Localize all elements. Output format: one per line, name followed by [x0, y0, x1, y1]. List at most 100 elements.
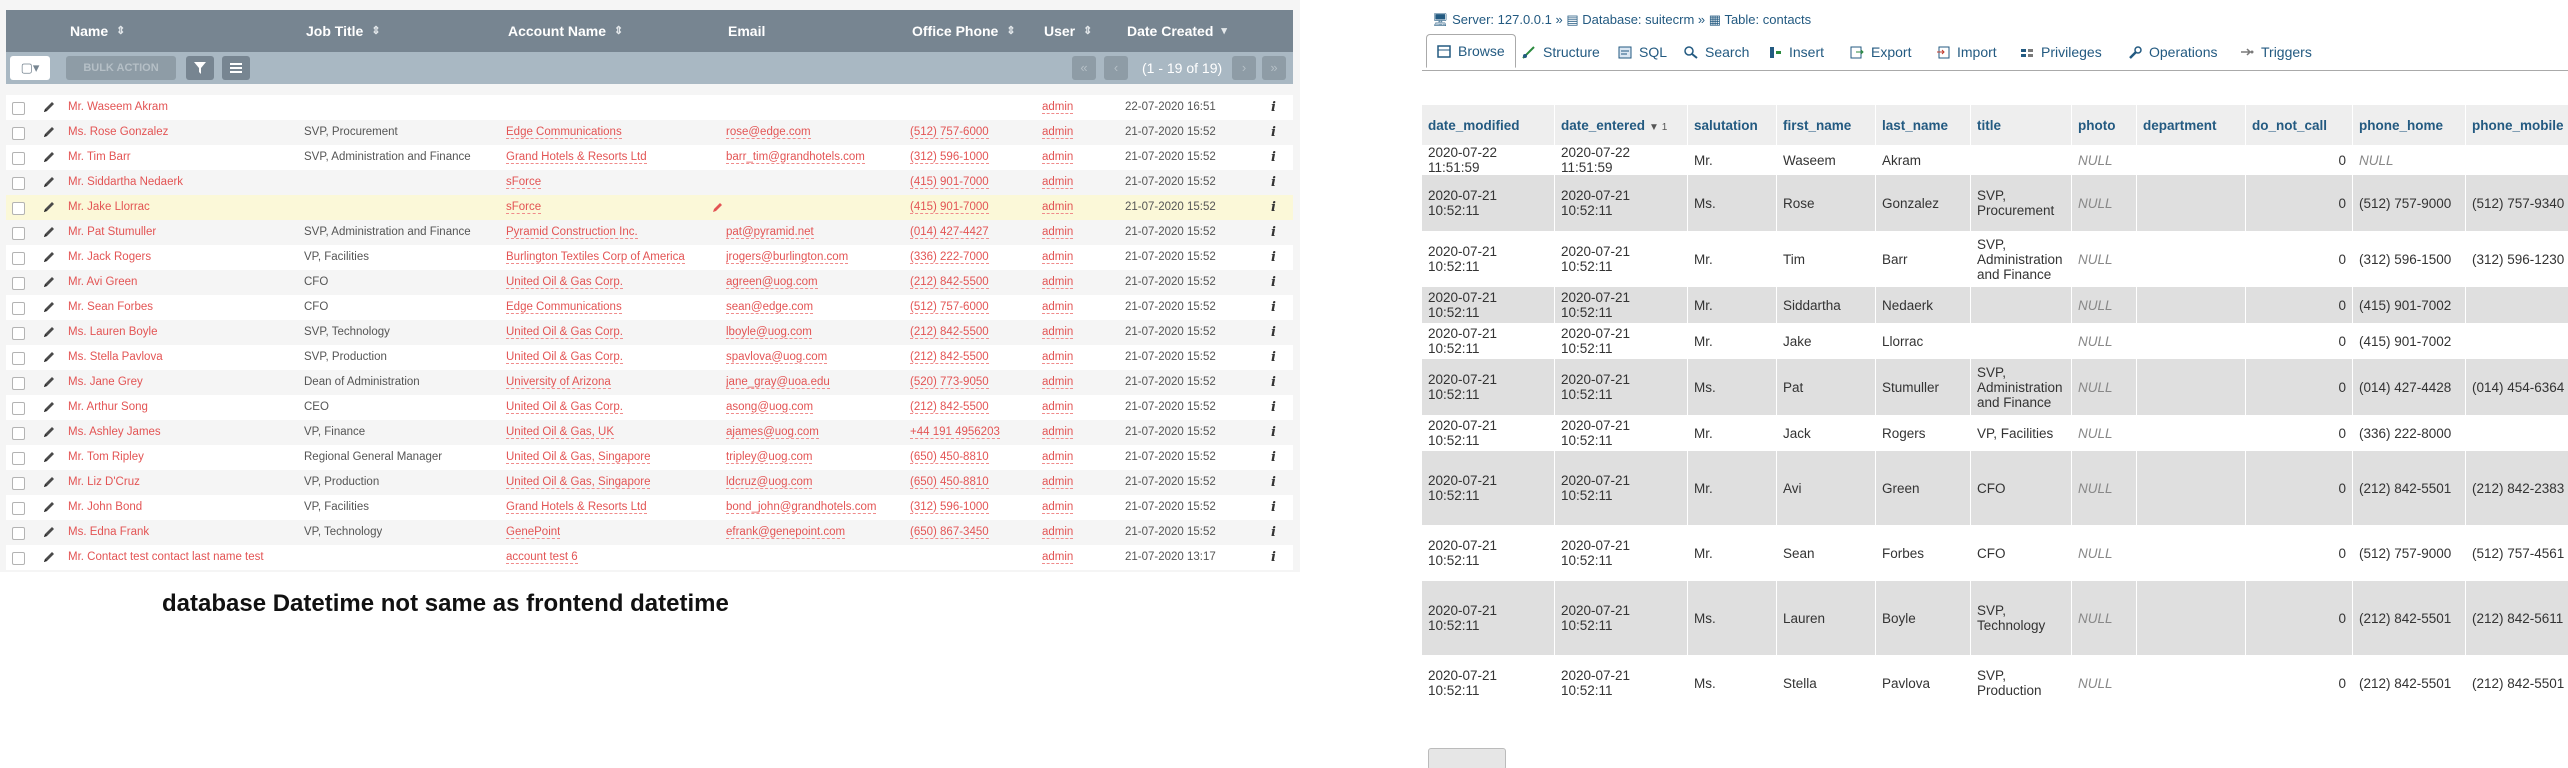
row-checkbox[interactable] [12, 377, 25, 390]
info-icon[interactable]: i [1271, 520, 1276, 545]
cell-do-not-call[interactable]: 0 [2245, 231, 2353, 287]
account-name-link[interactable]: United Oil & Gas, UK [506, 420, 615, 445]
email-link[interactable]: lboyle@uog.com [726, 320, 812, 345]
cell-photo[interactable]: NULL [2071, 451, 2137, 525]
info-icon[interactable]: i [1271, 470, 1276, 495]
email-link[interactable]: spavlova@uog.com [726, 345, 828, 370]
email-link[interactable]: jrogers@burlington.com [726, 245, 849, 270]
bottom-action-button[interactable] [1428, 748, 1506, 768]
cell-salutation[interactable]: Mr. [1687, 287, 1777, 323]
info-icon[interactable]: i [1271, 95, 1276, 120]
cell-first-name[interactable]: Tim [1776, 231, 1876, 287]
cell-last-name[interactable]: Llorrac [1875, 323, 1971, 359]
tab-import[interactable]: Import [1936, 36, 1997, 68]
cell-phone-home[interactable]: (014) 427-4428 [2352, 359, 2466, 415]
cell-salutation[interactable]: Mr. [1687, 525, 1777, 581]
assigned-user-link[interactable]: admin [1042, 445, 1074, 470]
contact-row[interactable]: Mr. Tim Barr SVP, Administration and Fina… [6, 145, 1293, 170]
cell-department[interactable] [2136, 231, 2246, 287]
cell-do-not-call[interactable]: 0 [2245, 581, 2353, 655]
contact-name-link[interactable]: Mr. Pat Stumuller [68, 220, 156, 245]
cell-phone-mobile[interactable]: (512) 757-9340 [2465, 175, 2568, 231]
cell-do-not-call[interactable]: 0 [2245, 323, 2353, 359]
next-page-button[interactable]: › [1232, 56, 1256, 80]
tab-browse[interactable]: Browse [1426, 34, 1516, 68]
cell-salutation[interactable]: Ms. [1687, 175, 1777, 231]
row-checkbox[interactable] [12, 227, 25, 240]
cell-do-not-call[interactable]: 0 [2245, 145, 2353, 175]
edit-pencil-icon[interactable] [42, 500, 56, 514]
cell-salutation[interactable]: Ms. [1687, 655, 1777, 711]
account-name-link[interactable]: Burlington Textiles Corp of America [506, 245, 685, 270]
office-phone-link[interactable]: (650) 450-8810 [910, 445, 989, 470]
cell-department[interactable] [2136, 145, 2246, 175]
contact-row[interactable]: Mr. Liz D'Cruz VP, Production United Oil &… [6, 470, 1293, 495]
office-phone-link[interactable]: (650) 450-8810 [910, 470, 989, 495]
cell-last-name[interactable]: Boyle [1875, 581, 1971, 655]
cell-first-name[interactable]: Stella [1776, 655, 1876, 711]
row-checkbox[interactable] [12, 452, 25, 465]
cell-photo[interactable]: NULL [2071, 415, 2137, 451]
cell-phone-home[interactable]: (212) 842-5501 [2352, 581, 2466, 655]
edit-pencil-icon[interactable] [42, 450, 56, 464]
cell-phone-mobile[interactable]: (512) 757-4561 [2465, 525, 2568, 581]
account-name-link[interactable]: Edge Communications [506, 295, 622, 320]
contact-row[interactable]: Mr. Sean Forbes CFO Edge Communications sea… [6, 295, 1293, 320]
cell-salutation[interactable]: Mr. [1687, 145, 1777, 175]
edit-pencil-icon[interactable] [42, 250, 56, 264]
table-row[interactable]: 2020-07-21 10:52:11 2020-07-21 10:52:11 Mr… [1422, 525, 2568, 581]
contact-name-link[interactable]: Mr. Sean Forbes [68, 295, 153, 320]
edit-pencil-icon[interactable] [42, 525, 56, 539]
cell-title[interactable]: SVP, Production [1970, 655, 2072, 711]
assigned-user-link[interactable]: admin [1042, 195, 1074, 220]
cell-last-name[interactable]: Barr [1875, 231, 1971, 287]
office-phone-link[interactable]: (650) 867-3450 [910, 520, 989, 545]
contact-name-link[interactable]: Ms. Edna Frank [68, 520, 149, 545]
edit-pencil-icon[interactable] [42, 175, 56, 189]
contact-row[interactable]: Ms. Lauren Boyle SVP, Technology United Oi… [6, 320, 1293, 345]
tab-search[interactable]: Search [1684, 36, 1749, 68]
cell-title[interactable]: SVP, Technology [1970, 581, 2072, 655]
edit-pencil-icon[interactable] [42, 475, 56, 489]
column-header-department[interactable]: department [2136, 105, 2246, 145]
cell-photo[interactable]: NULL [2071, 175, 2137, 231]
email-link[interactable]: sean@edge.com [726, 295, 814, 320]
column-header-office-phone[interactable]: Office Phone ⇕ [912, 10, 1016, 52]
cell-photo[interactable]: NULL [2071, 525, 2137, 581]
sort-icon[interactable]: ⇕ [1006, 10, 1015, 52]
account-name-link[interactable]: Grand Hotels & Resorts Ltd [506, 495, 647, 520]
contact-name-link[interactable]: Mr. John Bond [68, 495, 142, 520]
cell-date-entered[interactable]: 2020-07-22 11:51:59 [1554, 145, 1688, 175]
account-name-link[interactable]: United Oil & Gas, Singapore [506, 470, 651, 495]
cell-phone-mobile[interactable] [2465, 415, 2568, 451]
assigned-user-link[interactable]: admin [1042, 520, 1074, 545]
office-phone-link[interactable]: (312) 596-1000 [910, 495, 989, 520]
inline-edit-pencil-icon[interactable] [712, 201, 724, 213]
account-name-link[interactable]: United Oil & Gas Corp. [506, 320, 623, 345]
edit-pencil-icon[interactable] [42, 425, 56, 439]
cell-department[interactable] [2136, 451, 2246, 525]
cell-last-name[interactable]: Nedaerk [1875, 287, 1971, 323]
info-icon[interactable]: i [1271, 270, 1276, 295]
column-header-last-name[interactable]: last_name [1875, 105, 1971, 145]
account-name-link[interactable]: sForce [506, 195, 542, 220]
sort-desc-icon[interactable]: ▾ [1221, 10, 1227, 52]
cell-department[interactable] [2136, 581, 2246, 655]
last-page-button[interactable]: » [1262, 56, 1286, 80]
breadcrumb-server[interactable]: Server: 127.0.0.1 [1452, 12, 1552, 27]
edit-pencil-icon[interactable] [42, 375, 56, 389]
assigned-user-link[interactable]: admin [1042, 270, 1074, 295]
office-phone-link[interactable]: (512) 757-6000 [910, 120, 989, 145]
cell-phone-home[interactable]: (512) 757-9000 [2352, 525, 2466, 581]
info-icon[interactable]: i [1271, 220, 1276, 245]
contact-row[interactable]: Mr. Waseem Akram admin 22-07-2020 16:51 i [6, 95, 1293, 120]
row-checkbox[interactable] [12, 402, 25, 415]
info-icon[interactable]: i [1271, 320, 1276, 345]
cell-date-entered[interactable]: 2020-07-21 10:52:11 [1554, 231, 1688, 287]
column-header-account-name[interactable]: Account Name ⇕ [508, 10, 623, 52]
email-link[interactable]: rose@edge.com [726, 120, 811, 145]
column-header-first-name[interactable]: first_name [1776, 105, 1876, 145]
cell-first-name[interactable]: Pat [1776, 359, 1876, 415]
cell-photo[interactable]: NULL [2071, 655, 2137, 711]
cell-first-name[interactable]: Lauren [1776, 581, 1876, 655]
